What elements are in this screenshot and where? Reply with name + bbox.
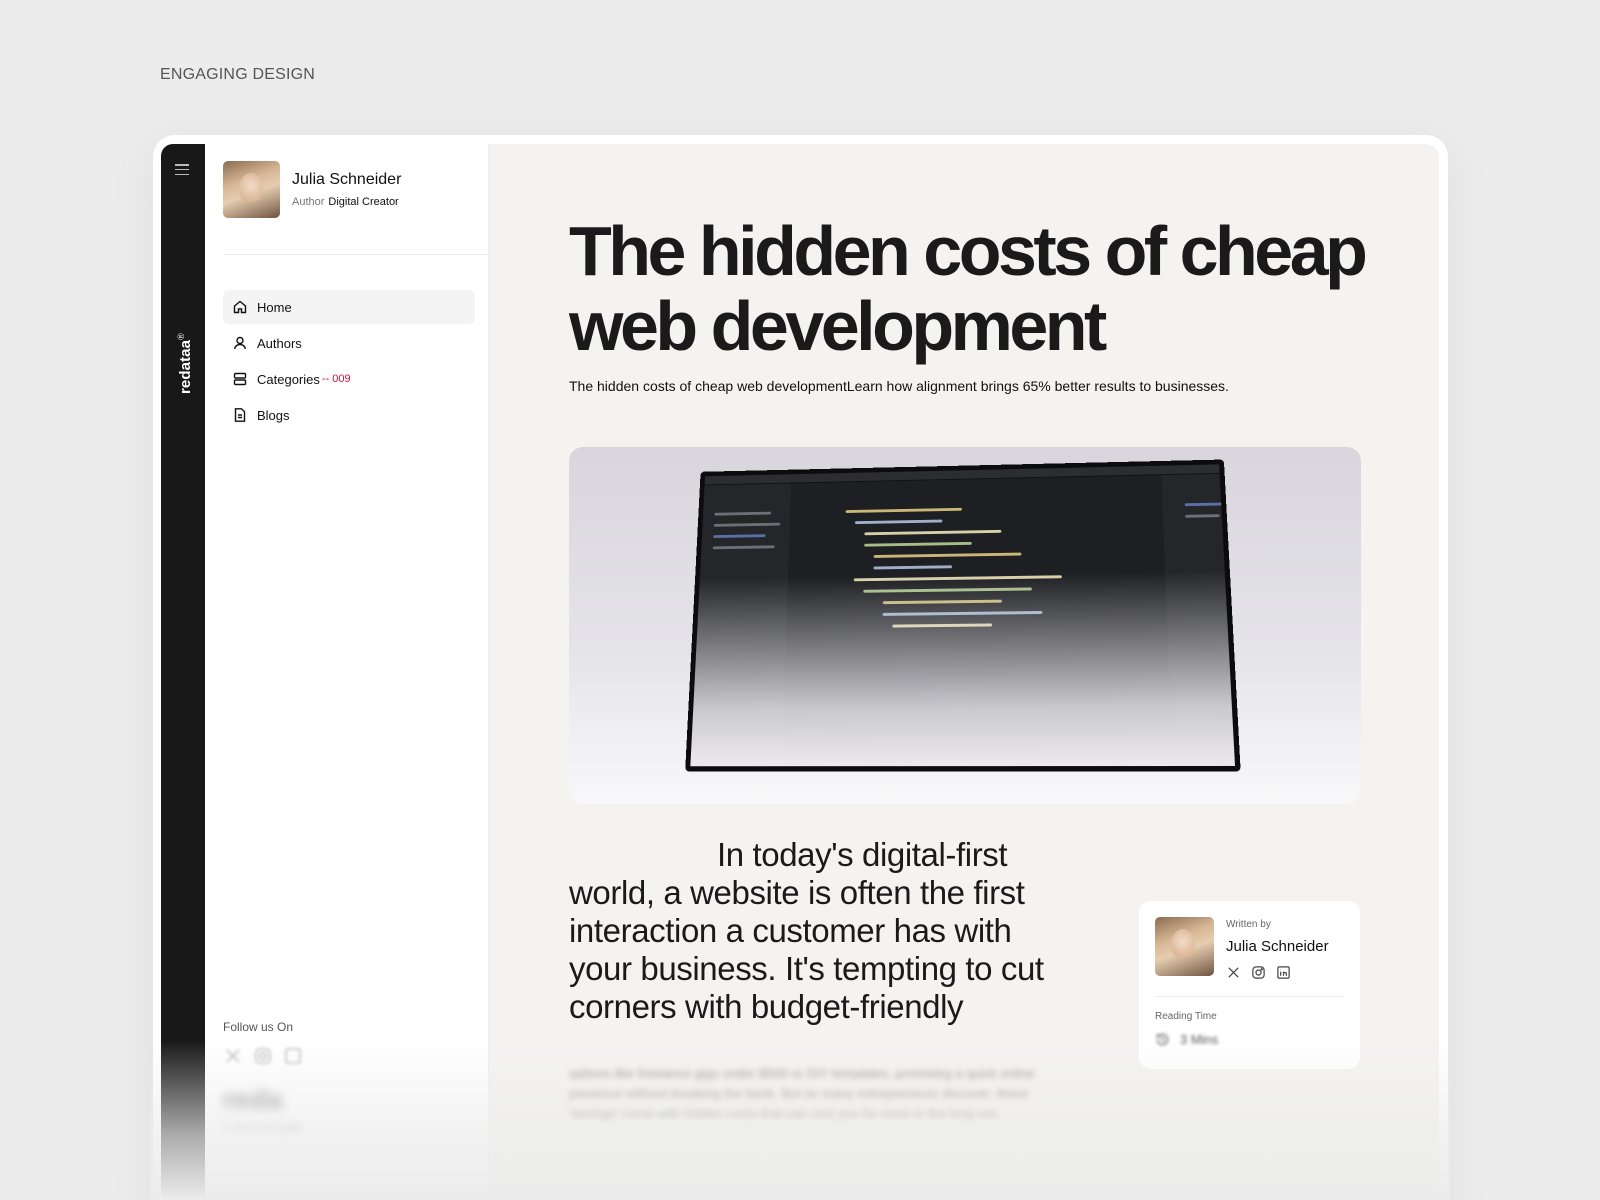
brand-rail: redataa® <box>161 144 205 1200</box>
footer-copyright: © 2024 all rights <box>223 1122 303 1134</box>
instagram-icon[interactable] <box>1251 965 1266 980</box>
brand-name: redataa <box>177 339 194 394</box>
author-name[interactable]: Julia Schneider <box>1226 938 1329 955</box>
sidebar: Julia Schneider Author Digital Creator Ho… <box>205 144 489 1200</box>
author-card: Written by Julia Schneider Reading Time … <box>1139 901 1360 1069</box>
sidebar-item-home[interactable]: Home <box>223 290 475 324</box>
card-divider <box>1155 996 1344 997</box>
sidebar-item-label: Authors <box>257 335 302 351</box>
monitor-code-image <box>685 459 1241 772</box>
reading-time-label: Reading Time <box>1155 1011 1217 1022</box>
sidebar-item-label: Categories <box>257 371 320 387</box>
x-icon[interactable] <box>223 1046 243 1066</box>
brand-mark: ® <box>176 333 186 340</box>
sidebar-item-label: Home <box>257 299 292 315</box>
written-by-label: Written by <box>1226 919 1271 930</box>
sidebar-item-categories[interactable]: Categories -- 009 <box>223 362 475 396</box>
role-value: Digital Creator <box>328 196 399 208</box>
user-icon <box>233 336 247 350</box>
role-label: Author <box>292 196 325 208</box>
categories-count-badge: -- 009 <box>321 373 351 385</box>
article-lede: In today's digital-first world, a websit… <box>569 836 1044 1025</box>
hamburger-menu-icon[interactable] <box>175 164 189 175</box>
author-avatar <box>1155 917 1214 976</box>
avatar <box>223 161 280 218</box>
footer-logo: reda <box>223 1084 283 1115</box>
x-icon[interactable] <box>1226 965 1241 980</box>
author-socials <box>1226 965 1329 980</box>
section-eyebrow: ENGAGING DESIGN <box>160 66 316 83</box>
document-icon <box>234 408 246 422</box>
linkedin-icon[interactable] <box>283 1046 303 1066</box>
article-subtitle: The hidden costs of cheap web developmen… <box>569 378 1229 394</box>
sidebar-nav: Home Authors Categories -- 009 Blogs <box>223 290 475 434</box>
sidebar-item-authors[interactable]: Authors <box>223 326 475 360</box>
profile-name: Julia Schneider <box>292 171 402 188</box>
instagram-icon[interactable] <box>253 1046 273 1066</box>
article-main: The hidden costs of cheap web developmen… <box>489 144 1439 1200</box>
sidebar-item-blogs[interactable]: Blogs <box>223 398 475 432</box>
brand-logo[interactable]: redataa® <box>176 333 194 394</box>
article-body-faded: options like freelance gigs under $500 o… <box>569 1066 1035 1121</box>
history-icon <box>1156 1033 1169 1046</box>
reading-time-value: 3 Mins <box>1180 1032 1219 1047</box>
sidebar-item-label: Blogs <box>257 407 290 423</box>
home-icon <box>233 300 247 314</box>
follow-section: Follow us On reda © 2024 all rights <box>223 1020 303 1134</box>
article-title: The hidden costs of cheap web developmen… <box>569 212 1368 365</box>
divider <box>223 254 489 255</box>
author-profile[interactable]: Julia Schneider Author Digital Creator <box>223 161 401 218</box>
linkedin-icon[interactable] <box>1276 965 1291 980</box>
follow-label: Follow us On <box>223 1020 294 1034</box>
follow-icons <box>223 1046 303 1066</box>
hero-image <box>569 447 1361 804</box>
reading-time: 3 Mins <box>1155 1032 1344 1047</box>
profile-role: Author Digital Creator <box>292 196 401 208</box>
categories-icon <box>233 372 247 386</box>
